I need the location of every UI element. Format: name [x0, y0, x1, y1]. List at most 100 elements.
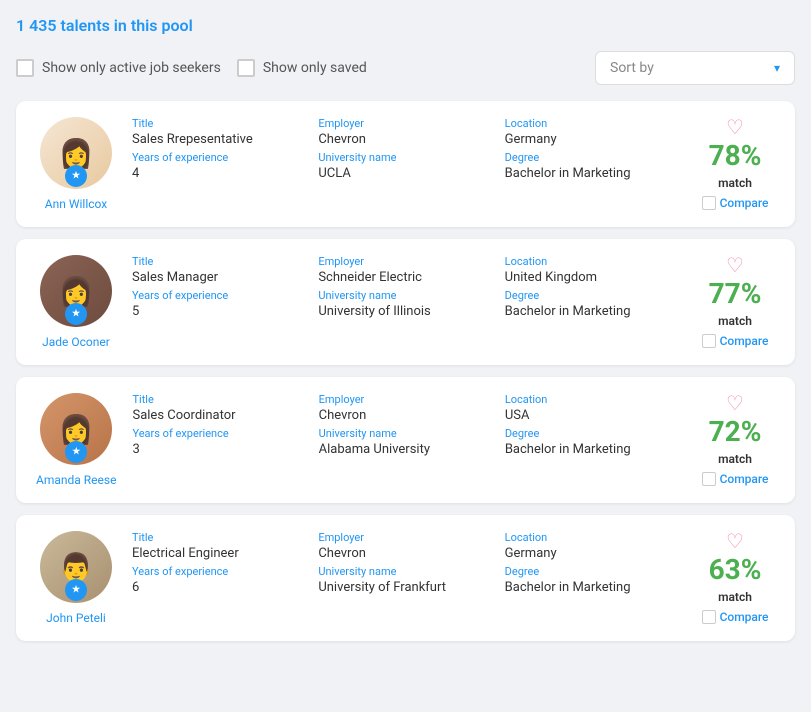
talent-avatar-section: 👩 ★ Ann Willcox — [36, 117, 116, 211]
title-value: Sales Manager — [132, 270, 306, 285]
location-value: Germany — [505, 132, 679, 147]
match-percent: 72% — [709, 417, 762, 448]
saved-only-checkbox[interactable] — [237, 59, 255, 77]
employer-group: Employer Chevron — [319, 393, 493, 423]
heart-icon[interactable]: ♡ — [726, 255, 744, 275]
degree-value: Bachelor in Marketing — [505, 166, 679, 181]
talent-info: Title Sales Coordinator Employer Chevron… — [132, 393, 679, 457]
title-group: Title Sales Rrepesentative — [132, 117, 306, 147]
heart-icon[interactable]: ♡ — [726, 531, 744, 551]
match-percent: 63% — [709, 555, 762, 586]
title-group: Title Electrical Engineer — [132, 531, 306, 561]
university-label: University name — [318, 565, 492, 578]
location-label: Location — [505, 393, 679, 406]
talent-card-amanda-reese: 👩 ★ Amanda Reese Title Sales Coordinator… — [16, 377, 795, 503]
match-label: match — [718, 176, 752, 190]
page-container: 1 435 talents in this pool Show only act… — [0, 0, 811, 669]
sort-dropdown[interactable]: Sort by ▾ — [595, 51, 795, 85]
degree-value: Bachelor in Marketing — [505, 304, 679, 319]
compare-label[interactable]: Compare — [720, 334, 769, 348]
location-label: Location — [505, 117, 679, 130]
university-value: UCLA — [318, 166, 492, 181]
saved-only-label: Show only saved — [263, 60, 367, 76]
degree-label: Degree — [505, 565, 679, 578]
years-value: 6 — [132, 580, 306, 595]
sort-label: Sort by — [610, 60, 766, 76]
location-label: Location — [505, 255, 679, 268]
talent-count-label: talents in this pool — [61, 16, 193, 35]
avatar-badge: ★ — [65, 579, 87, 601]
match-section: ♡ 63% match Compare — [695, 531, 775, 624]
degree-label: Degree — [505, 427, 679, 440]
employer-value: Chevron — [319, 408, 493, 423]
years-value: 5 — [132, 304, 306, 319]
university-group: University name University of Frankfurt — [318, 565, 492, 595]
location-value: USA — [505, 408, 679, 423]
compare-row: Compare — [702, 610, 769, 624]
years-group: Years of experience 3 — [132, 427, 306, 457]
talent-card-jade-oconer: 👩 ★ Jade Oconer Title Sales Manager Empl… — [16, 239, 795, 365]
talent-card-john-peteli: 👨 ★ John Peteli Title Electrical Enginee… — [16, 515, 795, 641]
years-label: Years of experience — [132, 151, 306, 164]
years-label: Years of experience — [132, 289, 306, 302]
location-group: Location USA — [505, 393, 679, 423]
title-group: Title Sales Manager — [132, 255, 306, 285]
university-group: University name University of Illinois — [318, 289, 492, 319]
talent-name[interactable]: John Peteli — [46, 611, 106, 625]
compare-row: Compare — [702, 196, 769, 210]
employer-label: Employer — [318, 255, 492, 268]
compare-checkbox[interactable] — [702, 196, 716, 210]
heart-icon[interactable]: ♡ — [726, 393, 744, 413]
title-value: Sales Rrepesentative — [132, 132, 306, 147]
badge-text: ★ — [72, 171, 80, 181]
talent-card-ann-willcox: 👩 ★ Ann Willcox Title Sales Rrepesentati… — [16, 101, 795, 227]
avatar-badge: ★ — [65, 303, 87, 325]
degree-group: Degree Bachelor in Marketing — [505, 427, 679, 457]
saved-only-filter[interactable]: Show only saved — [237, 59, 367, 77]
title-value: Sales Coordinator — [132, 408, 306, 423]
university-label: University name — [319, 427, 493, 440]
degree-group: Degree Bachelor in Marketing — [505, 289, 679, 319]
location-group: Location Germany — [505, 117, 679, 147]
years-group: Years of experience 6 — [132, 565, 306, 595]
talent-info: Title Sales Manager Employer Schneider E… — [132, 255, 679, 319]
avatar-badge: ★ — [65, 441, 87, 463]
talent-name[interactable]: Ann Willcox — [45, 197, 107, 211]
location-value: United Kingdom — [505, 270, 679, 285]
university-value: Alabama University — [319, 442, 493, 457]
location-group: Location United Kingdom — [505, 255, 679, 285]
years-label: Years of experience — [132, 427, 306, 440]
compare-label[interactable]: Compare — [720, 610, 769, 624]
talent-avatar-section: 👩 ★ Jade Oconer — [36, 255, 116, 349]
title-value: Electrical Engineer — [132, 546, 306, 561]
university-label: University name — [318, 289, 492, 302]
badge-text: ★ — [72, 309, 80, 319]
talent-info: Title Electrical Engineer Employer Chevr… — [132, 531, 679, 595]
degree-value: Bachelor in Marketing — [505, 442, 679, 457]
compare-checkbox[interactable] — [702, 334, 716, 348]
employer-label: Employer — [319, 393, 493, 406]
match-section: ♡ 77% match Compare — [695, 255, 775, 348]
active-seekers-checkbox[interactable] — [16, 59, 34, 77]
talent-count-highlight: 1 435 — [16, 16, 57, 35]
page-title: 1 435 talents in this pool — [16, 16, 795, 35]
filters-bar: Show only active job seekers Show only s… — [16, 51, 795, 85]
compare-label[interactable]: Compare — [720, 196, 769, 210]
title-label: Title — [132, 117, 306, 130]
talent-name[interactable]: Jade Oconer — [42, 335, 110, 349]
talent-list: 👩 ★ Ann Willcox Title Sales Rrepesentati… — [16, 101, 795, 641]
badge-text: ★ — [72, 585, 80, 595]
title-label: Title — [132, 393, 306, 406]
compare-label[interactable]: Compare — [720, 472, 769, 486]
active-seekers-filter[interactable]: Show only active job seekers — [16, 59, 221, 77]
talent-name[interactable]: Amanda Reese — [36, 473, 116, 487]
compare-checkbox[interactable] — [702, 610, 716, 624]
match-label: match — [718, 590, 752, 604]
employer-group: Employer Chevron — [318, 117, 492, 147]
compare-checkbox[interactable] — [702, 472, 716, 486]
employer-value: Chevron — [318, 546, 492, 561]
location-group: Location Germany — [505, 531, 679, 561]
avatar: 👩 ★ — [40, 117, 112, 189]
employer-value: Chevron — [318, 132, 492, 147]
heart-icon[interactable]: ♡ — [726, 117, 744, 137]
